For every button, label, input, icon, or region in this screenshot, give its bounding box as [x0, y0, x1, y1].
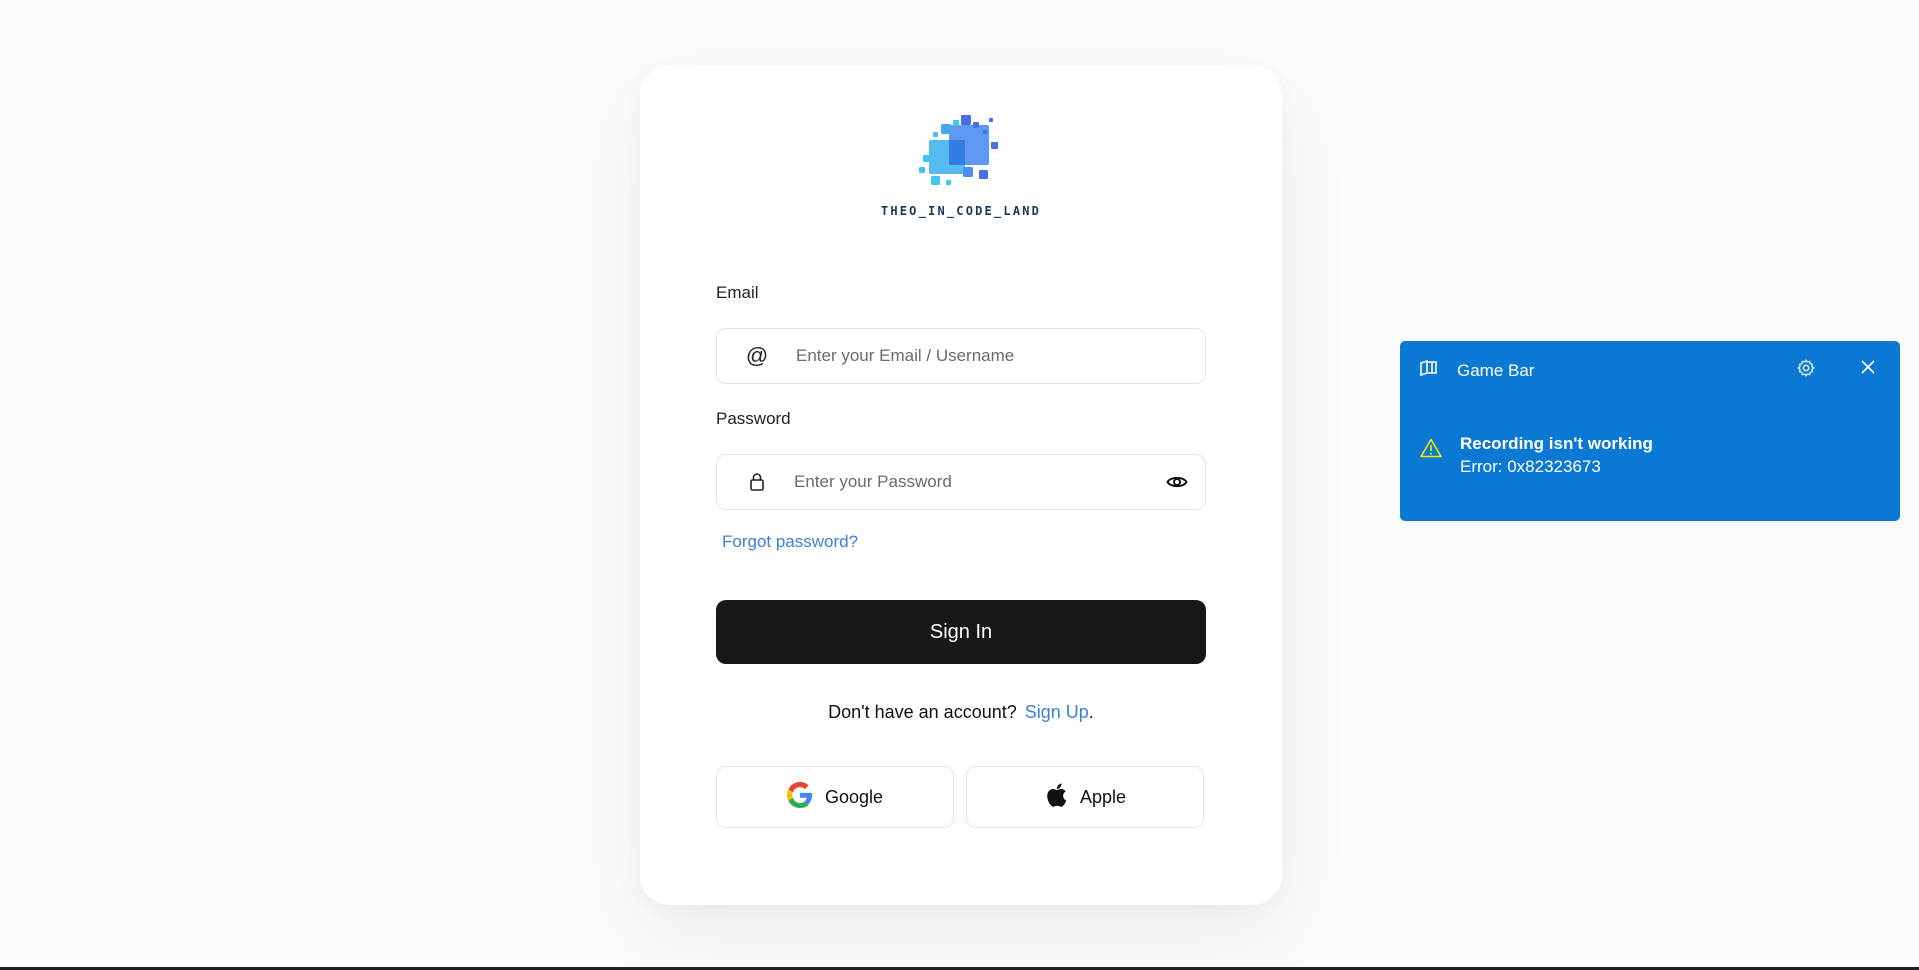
eye-icon[interactable] — [1149, 474, 1205, 490]
signup-prompt: Don't have an account? — [828, 702, 1017, 722]
apple-logo-icon — [1044, 782, 1068, 813]
password-field-wrapper — [716, 454, 1206, 510]
brand-logo: THEO_IN_CODE_LAND — [640, 110, 1282, 218]
brand-name: THEO_IN_CODE_LAND — [880, 204, 1042, 218]
signup-suffix: . — [1088, 702, 1094, 722]
apple-sign-in-button[interactable]: Apple — [966, 766, 1204, 828]
lock-icon — [717, 472, 797, 492]
google-sign-in-button[interactable]: Google — [716, 766, 954, 828]
google-logo-icon — [786, 781, 813, 813]
gamebar-icon — [1420, 359, 1438, 381]
warning-icon — [1420, 438, 1442, 463]
close-icon[interactable] — [1860, 359, 1876, 380]
gamebar-title: Game Bar — [1457, 361, 1535, 380]
at-sign-icon: @ — [745, 343, 769, 368]
notification-title: Recording isn't working — [1460, 434, 1653, 453]
sign-up-link[interactable]: Sign Up — [1025, 702, 1089, 722]
email-input[interactable] — [796, 329, 1205, 383]
sign-in-button[interactable]: Sign In — [716, 600, 1206, 664]
apple-label: Apple — [1079, 786, 1127, 807]
password-input[interactable] — [794, 455, 1149, 509]
notification-body: Error: 0x82323673 — [1460, 457, 1601, 476]
gamebar-notification[interactable]: Game Bar Recording isn't working Error: … — [1400, 341, 1900, 521]
forgot-password-link[interactable]: Forgot password? — [722, 532, 858, 552]
email-field-wrapper: @ — [716, 328, 1206, 384]
signup-row: Don't have an account? Sign Up. — [640, 702, 1282, 723]
login-card: THEO_IN_CODE_LAND Email @ Password Forgo… — [640, 65, 1282, 905]
gear-icon[interactable] — [1796, 358, 1816, 383]
google-label: Google — [824, 786, 884, 807]
logo-mark-icon — [919, 115, 998, 185]
password-label: Password — [716, 409, 791, 428]
email-label: Email — [716, 283, 759, 302]
